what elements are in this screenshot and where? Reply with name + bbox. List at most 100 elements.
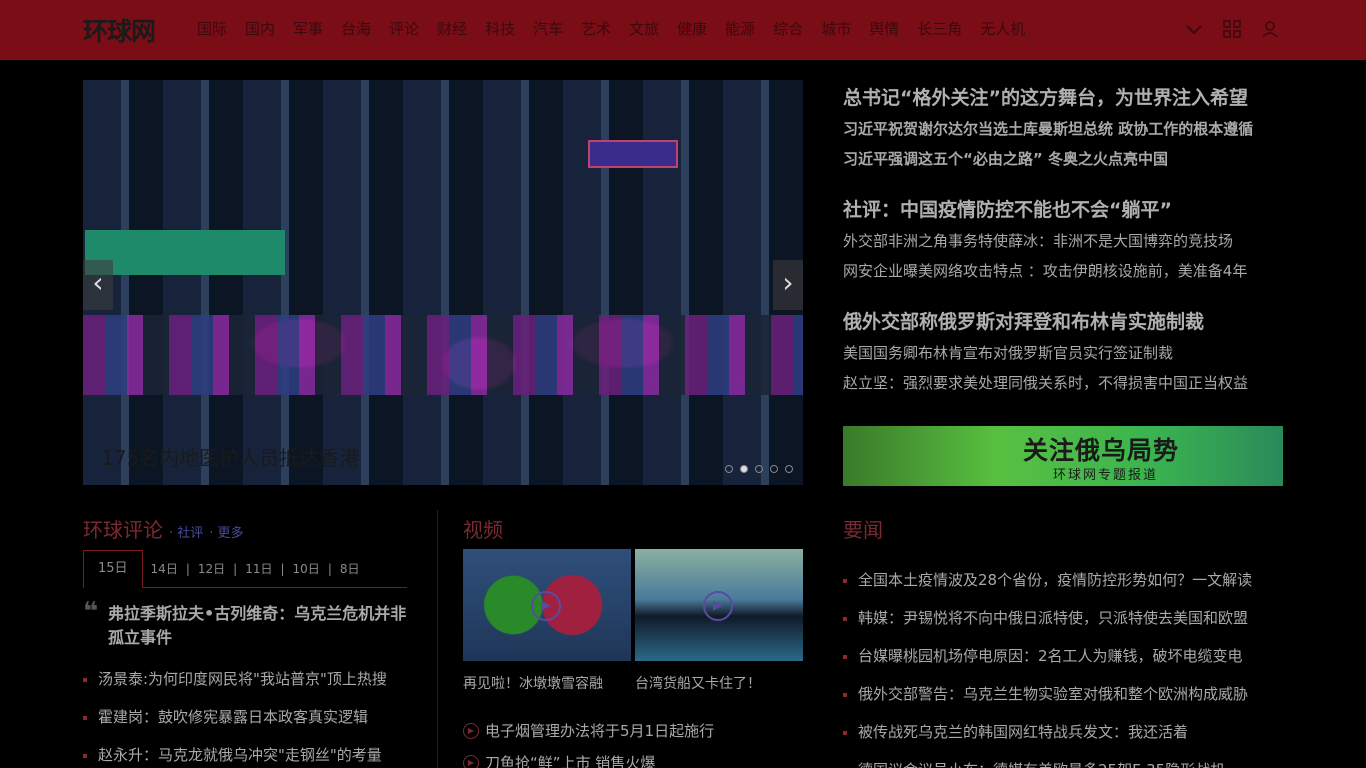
- video-thumbs: ▶ 再见啦！冰墩墩雪容融 ▶ 台湾货船又卡住了！: [463, 549, 803, 693]
- section-title[interactable]: 要闻: [843, 514, 1283, 543]
- slide-image-sign: [588, 140, 678, 168]
- quote-icon: ❝: [83, 597, 99, 627]
- date-tab[interactable]: 11日: [237, 560, 280, 577]
- slider-dot[interactable]: [725, 465, 733, 473]
- comment-list: 汤景泰:为何印度网民将"我站普京"顶上热搜 霍建岗：鼓吹修宪暴露日本政客真实逻辑…: [83, 660, 407, 768]
- comment-section: 环球评论 · 社评 · 更多 15日 14日 | 12日 | 11日 | 10日 | 8…: [83, 514, 407, 768]
- slider-dot[interactable]: [755, 465, 763, 473]
- nav-link[interactable]: 健康: [677, 18, 707, 40]
- top-nav-bar: 环球网 国际 国内 军事 台海 评论 财经 科技 汽车 艺术 文旅 健康 能源 …: [0, 0, 1366, 60]
- list-item[interactable]: 霍建岗：鼓吹修宪暴露日本政客真实逻辑: [83, 698, 407, 736]
- headline-column: 总书记“格外关注”的这方舞台，为世界注入希望 习近平祝贺谢尔达尔当选土库曼斯坦总…: [843, 82, 1283, 418]
- play-icon: ▶: [463, 755, 479, 768]
- comment-sublink[interactable]: · 更多: [209, 522, 243, 541]
- video-card[interactable]: ▶ 再见啦！冰墩墩雪容融: [463, 549, 631, 693]
- slider-dot[interactable]: [785, 465, 793, 473]
- user-icon[interactable]: [1260, 19, 1280, 39]
- list-item[interactable]: 俄外交部警告：乌克兰生物实验室对俄和整个欧洲构成威胁: [843, 675, 1283, 713]
- nav-link[interactable]: 台海: [341, 18, 371, 40]
- nav-link[interactable]: 综合: [773, 18, 803, 40]
- chevron-down-icon[interactable]: [1184, 19, 1204, 39]
- headline-title[interactable]: 社评：中国疫情防控不能也不会“躺平”: [843, 194, 1283, 226]
- video-thumbnail[interactable]: ▶: [635, 549, 803, 661]
- news-list: 全国本土疫情波及28个省份，疫情防控形势如何？一文解读 韩媒：尹锡悦将不向中俄日…: [843, 561, 1283, 768]
- nav-link[interactable]: 艺术: [581, 18, 611, 40]
- slider-prev-button[interactable]: ‹: [83, 260, 113, 310]
- headline-subline[interactable]: 赵立坚：强烈要求美处理同俄关系时，不得损害中国正当权益: [843, 368, 1283, 398]
- section-title[interactable]: 视频: [463, 514, 803, 543]
- nav-link[interactable]: 国际: [197, 18, 227, 40]
- slide-image-banner: [85, 230, 285, 275]
- video-section: 视频 ▶ 再见啦！冰墩墩雪容融 ▶ 台湾货船又卡住了！ ▶ 电子烟管理办法将于5月…: [463, 514, 803, 768]
- comment-header: 环球评论 · 社评 · 更多: [83, 514, 407, 544]
- list-item[interactable]: 被传战死乌克兰的韩国网红特战兵发文：我还活着: [843, 713, 1283, 751]
- play-icon[interactable]: ▶: [531, 591, 561, 621]
- list-item[interactable]: ▶ 电子烟管理办法将于5月1日起施行: [463, 715, 803, 747]
- list-item[interactable]: 台媒曝桃园机场停电原因：2名工人为赚钱，破坏电缆变电: [843, 637, 1283, 675]
- play-icon: ▶: [463, 723, 479, 739]
- site-logo[interactable]: 环球网: [83, 12, 156, 48]
- play-icon[interactable]: ▶: [703, 591, 733, 621]
- grid-icon[interactable]: [1222, 19, 1242, 39]
- nav-link[interactable]: 汽车: [533, 18, 563, 40]
- date-tabs: 15日 14日 | 12日 | 11日 | 10日 | 8日: [83, 549, 407, 588]
- date-tab[interactable]: 8日: [332, 560, 368, 577]
- video-card[interactable]: ▶ 台湾货船又卡住了！: [635, 549, 803, 693]
- list-item[interactable]: 赵永升：马克龙就俄乌冲突"走钢丝"的考量: [83, 736, 407, 768]
- nav-link[interactable]: 国内: [245, 18, 275, 40]
- list-item[interactable]: 德国议会议员小布：德媒有美欧最多25架F-35隐形战机: [843, 751, 1283, 768]
- nav-link[interactable]: 舆情: [869, 18, 899, 40]
- nav-link[interactable]: 科技: [485, 18, 515, 40]
- video-item-text[interactable]: 刀鱼抢“鲜”上市 销售火爆: [485, 754, 655, 768]
- comment-sublink[interactable]: · 社评: [169, 522, 203, 541]
- nav-link[interactable]: 军事: [293, 18, 323, 40]
- nav-icons: [1184, 19, 1298, 39]
- video-list: ▶ 电子烟管理办法将于5月1日起施行 ▶ 刀鱼抢“鲜”上市 销售火爆: [463, 715, 803, 768]
- headline-subline[interactable]: 外交部非洲之角事务特使薛冰：非洲不是大国博弈的竞技场: [843, 226, 1283, 256]
- headline-subline[interactable]: 习近平祝贺谢尔达尔当选土库曼斯坦总统 政协工作的根本遵循: [843, 114, 1283, 144]
- nav-link[interactable]: 无人机: [980, 18, 1025, 40]
- nav-link[interactable]: 长三角: [917, 18, 962, 40]
- headline-subline[interactable]: 网安企业曝美网络攻击特点 ：攻击伊朗核设施前，美准备4年: [843, 256, 1283, 286]
- video-caption[interactable]: 再见啦！冰墩墩雪容融: [463, 673, 631, 693]
- featured-comment[interactable]: ❝ 弗拉季斯拉夫•古列维奇：乌克兰危机并非孤立事件: [83, 597, 407, 650]
- nav-link[interactable]: 文旅: [629, 18, 659, 40]
- date-tab[interactable]: 15日: [83, 549, 143, 588]
- column-divider: [437, 510, 438, 768]
- main-nav: 国际 国内 军事 台海 评论 财经 科技 汽车 艺术 文旅 健康 能源 综合 城…: [197, 18, 1043, 40]
- list-item[interactable]: 全国本土疫情波及28个省份，疫情防控形势如何？一文解读: [843, 561, 1283, 599]
- headline-subline[interactable]: 习近平强调这五个“必由之路” 冬奥之火点亮中国: [843, 144, 1283, 174]
- nav-link[interactable]: 评论: [389, 18, 419, 40]
- headline-group: 俄外交部称俄罗斯对拜登和布林肯实施制裁 美国国务卿布林肯宣布对俄罗斯官员实行签证…: [843, 306, 1283, 398]
- section-title[interactable]: 环球评论: [83, 514, 163, 543]
- headline-subline[interactable]: 美国国务卿布林肯宣布对俄罗斯官员实行签证制裁: [843, 338, 1283, 368]
- promo-banner[interactable]: 关注俄乌局势 环球网专题报道: [843, 426, 1283, 486]
- headline-title[interactable]: 俄外交部称俄罗斯对拜登和布林肯实施制裁: [843, 306, 1283, 338]
- featured-comment-text[interactable]: 弗拉季斯拉夫•古列维奇：乌克兰危机并非孤立事件: [108, 604, 406, 647]
- list-item[interactable]: 韩媒：尹锡悦将不向中俄日派特使，只派特使去美国和欧盟: [843, 599, 1283, 637]
- slider-next-button[interactable]: ›: [773, 260, 803, 310]
- promo-title: 关注俄乌局势: [1023, 436, 1180, 465]
- news-section: 要闻 全国本土疫情波及28个省份，疫情防控形势如何？一文解读 韩媒：尹锡悦将不向…: [843, 514, 1283, 768]
- video-item-text[interactable]: 电子烟管理办法将于5月1日起施行: [485, 722, 714, 740]
- photo-slider[interactable]: ‹ › 175名内地医护人员抵达香港: [83, 80, 803, 485]
- date-tab[interactable]: 12日: [190, 560, 233, 577]
- slide-caption[interactable]: 175名内地医护人员抵达香港: [101, 442, 359, 471]
- headline-group: 总书记“格外关注”的这方舞台，为世界注入希望 习近平祝贺谢尔达尔当选土库曼斯坦总…: [843, 82, 1283, 174]
- slider-dots: [718, 465, 793, 473]
- slide-image-crowd: [83, 315, 803, 395]
- date-tab[interactable]: 10日: [285, 560, 328, 577]
- date-tab[interactable]: 14日: [143, 560, 186, 577]
- nav-link[interactable]: 财经: [437, 18, 467, 40]
- video-thumbnail[interactable]: ▶: [463, 549, 631, 661]
- headline-group: 社评：中国疫情防控不能也不会“躺平” 外交部非洲之角事务特使薛冰：非洲不是大国博…: [843, 194, 1283, 286]
- list-item[interactable]: ▶ 刀鱼抢“鲜”上市 销售火爆: [463, 747, 803, 768]
- list-item[interactable]: 汤景泰:为何印度网民将"我站普京"顶上热搜: [83, 660, 407, 698]
- nav-link[interactable]: 能源: [725, 18, 755, 40]
- headline-title[interactable]: 总书记“格外关注”的这方舞台，为世界注入希望: [843, 82, 1283, 114]
- slider-dot[interactable]: [770, 465, 778, 473]
- slider-dot[interactable]: [740, 465, 748, 473]
- nav-link[interactable]: 城市: [821, 18, 851, 40]
- promo-subtitle: 环球网专题报道: [1053, 468, 1159, 483]
- video-caption[interactable]: 台湾货船又卡住了！: [635, 673, 803, 693]
